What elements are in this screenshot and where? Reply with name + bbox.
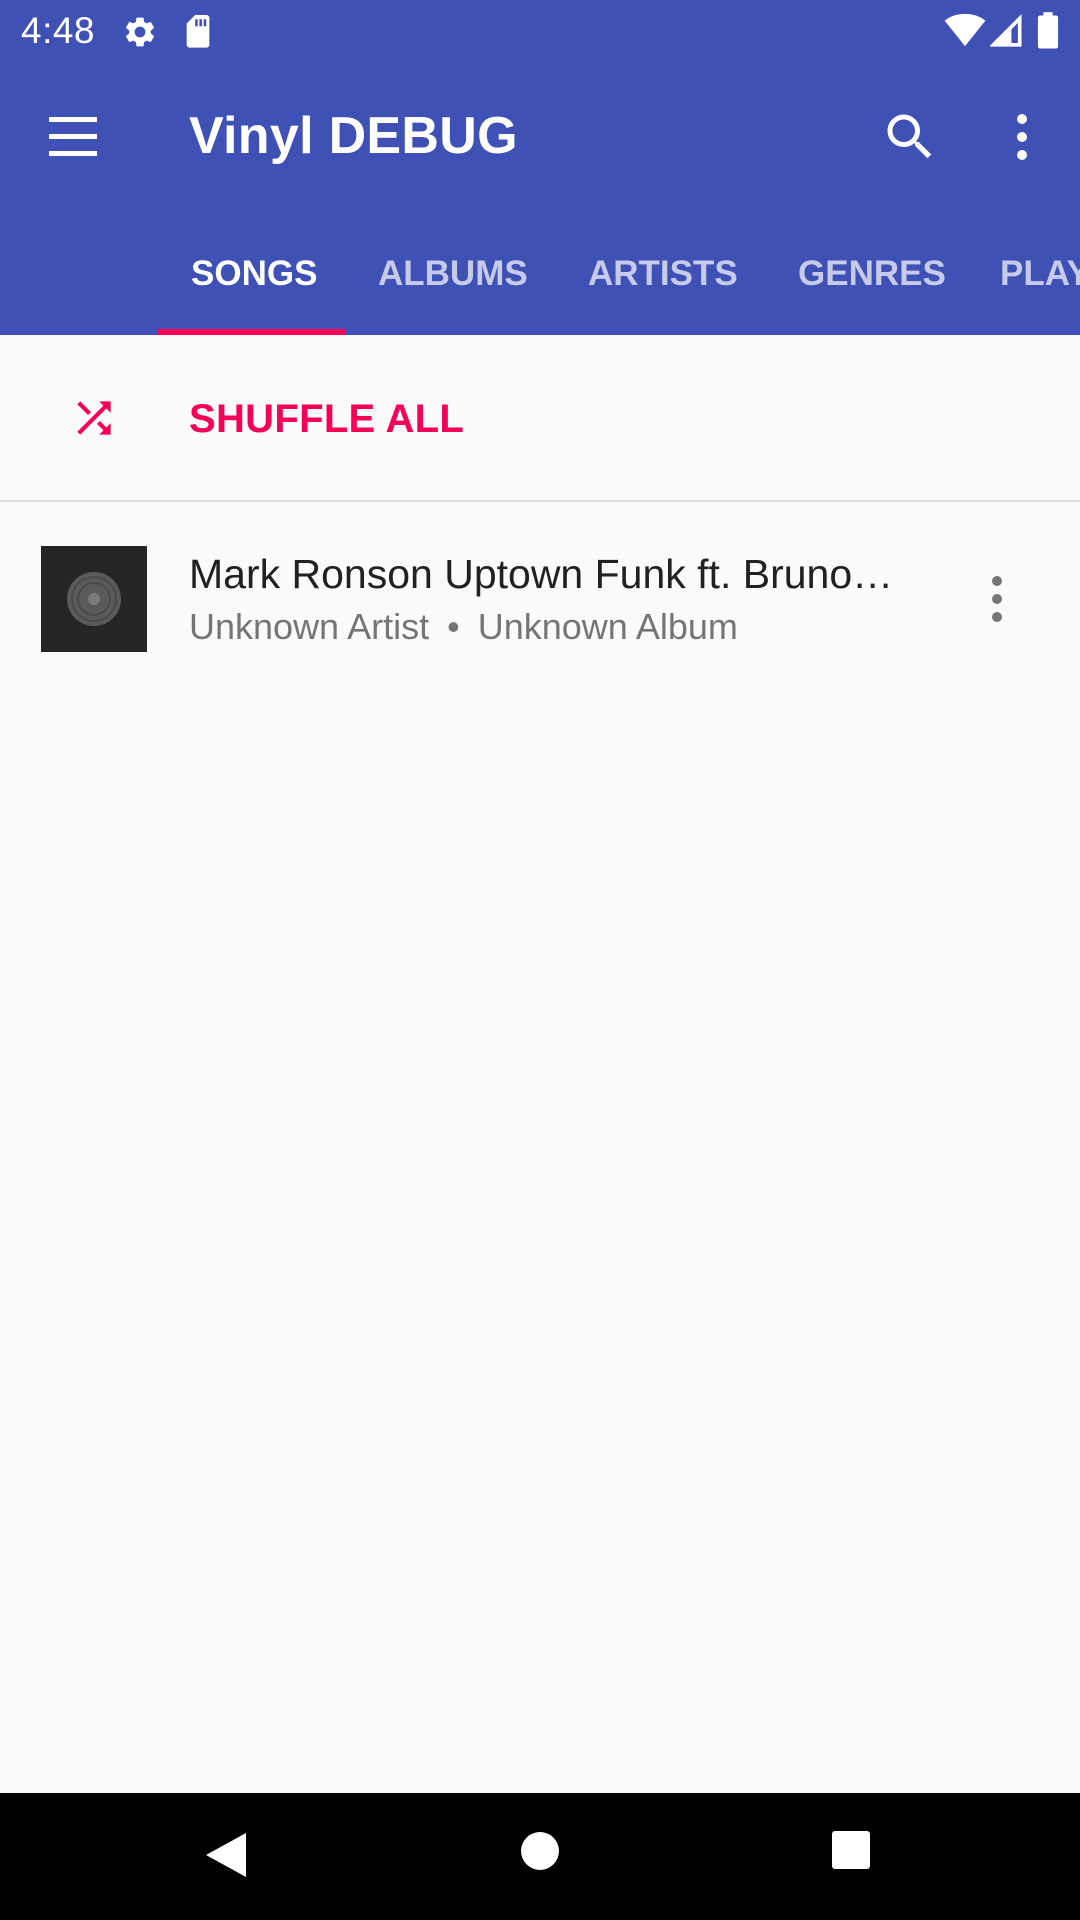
shuffle-icon [77,401,111,435]
shuffle-all-button[interactable]: SHUFFLE ALL [0,335,1080,502]
app-title: Vinyl DEBUG [189,107,518,165]
status-bar: 4:48 [0,0,1080,63]
recents-icon[interactable] [831,1830,871,1870]
back-icon[interactable] [202,1829,250,1881]
search-icon[interactable] [880,107,940,167]
status-time: 4:48 [21,10,96,51]
tab-artists[interactable]: ARTISTS [588,254,738,294]
shuffle-all-label: SHUFFLE ALL [189,397,465,441]
song-meta: Unknown Artist • Unknown Album [189,606,738,648]
song-artist: Unknown Artist [189,606,430,647]
meta-separator: • [447,606,460,647]
song-album: Unknown Album [477,606,738,647]
menu-icon[interactable] [44,111,102,163]
more-vert-icon[interactable] [1002,107,1042,167]
tab-albums[interactable]: ALBUMS [378,254,528,294]
song-title: Mark Ronson Uptown Funk ft. Bruno… [189,551,894,597]
song-list-item[interactable]: Mark Ronson Uptown Funk ft. Bruno… Unkno… [0,503,1080,693]
tab-bar: SONGS ALBUMS ARTISTS GENRES PLAYLISTS [0,210,1080,335]
cell-signal-icon [990,14,1022,47]
wifi-icon [944,13,986,47]
tab-playlists[interactable]: PLAYLISTS [1000,254,1080,294]
navigation-bar [0,1793,1080,1920]
toolbar: Vinyl DEBUG [0,63,1080,210]
tab-genres[interactable]: GENRES [798,254,946,294]
album-art-placeholder [41,546,147,652]
song-more-icon[interactable] [980,569,1014,629]
sd-card-icon [186,15,210,48]
settings-icon [125,17,155,47]
home-icon[interactable] [520,1831,560,1871]
battery-icon [1037,12,1059,49]
tab-songs[interactable]: SONGS [191,254,317,294]
